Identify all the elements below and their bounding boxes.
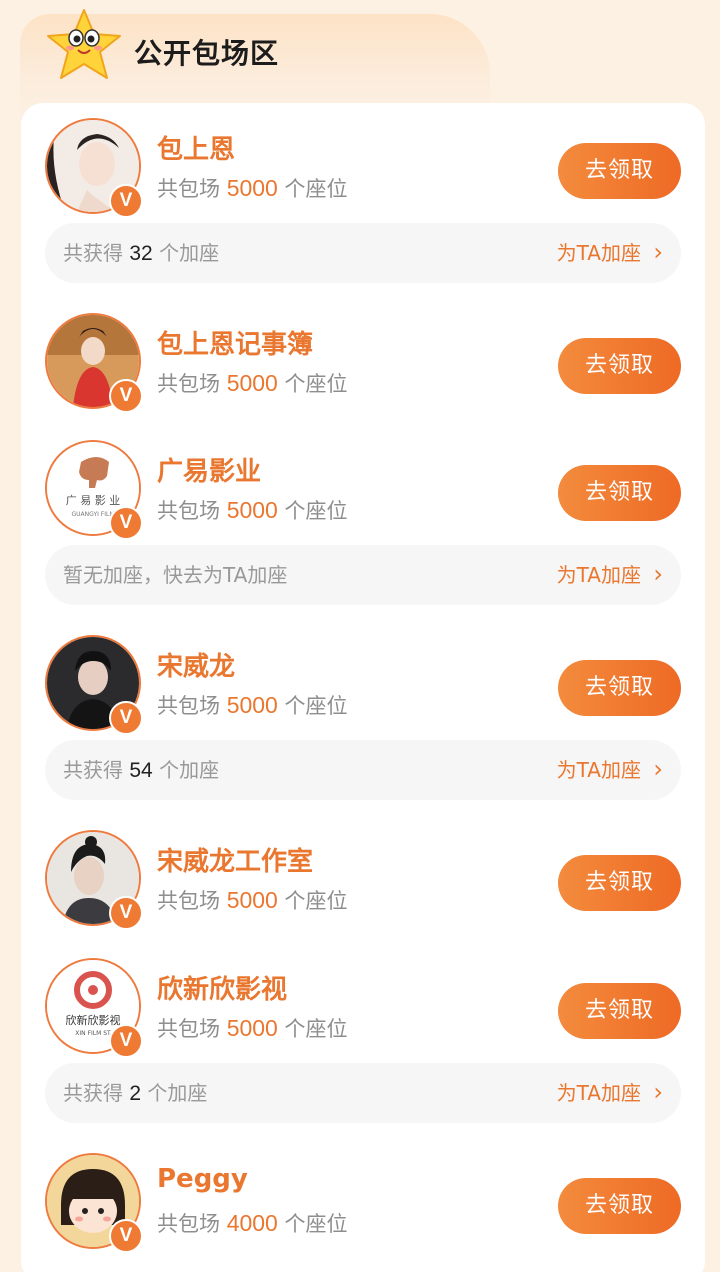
booking-list: V 包上恩 共包场 5000 个座位 去领取 共获得 32 个加座 为TA加座 … bbox=[21, 103, 705, 1272]
bonus-seat-bar[interactable]: 暂无加座，快去为TA加座 为TA加座 › bbox=[45, 545, 681, 605]
add-seat-link[interactable]: 为TA加座 bbox=[557, 740, 641, 800]
verified-icon: V bbox=[109, 506, 143, 540]
claim-button[interactable]: 去领取 bbox=[558, 465, 681, 521]
bonus-seat-bar[interactable]: 共获得 2 个加座 为TA加座 › bbox=[45, 1063, 681, 1123]
chevron-right-icon: › bbox=[653, 755, 663, 783]
verified-icon: V bbox=[109, 896, 143, 930]
claim-button[interactable]: 去领取 bbox=[558, 855, 681, 911]
bonus-count-text: 共获得 32 个加座 bbox=[63, 241, 220, 265]
entry-name: 包上恩记事簿 bbox=[157, 330, 314, 360]
list-item: V Peggy 共包场 4000 个座位 去领取 bbox=[21, 1138, 705, 1253]
avatar[interactable]: 广 易 影 业 GUANGYI FILM V bbox=[45, 440, 143, 540]
seat-count: 共包场 5000 个座位 bbox=[157, 175, 348, 201]
avatar[interactable]: V bbox=[45, 635, 143, 735]
bonus-seat-bar[interactable]: 共获得 32 个加座 为TA加座 › bbox=[45, 223, 681, 283]
entry-name: 欣新欣影视 bbox=[157, 975, 288, 1005]
svg-text:欣新欣影视: 欣新欣影视 bbox=[66, 1013, 121, 1027]
verified-icon: V bbox=[109, 1024, 143, 1058]
star-mascot-icon bbox=[47, 9, 121, 79]
chevron-right-icon: › bbox=[653, 560, 663, 588]
list-item: V 宋威龙工作室 共包场 5000 个座位 去领取 bbox=[21, 815, 705, 930]
svg-text:广 易 影 业: 广 易 影 业 bbox=[66, 494, 121, 507]
list-item: 广 易 影 业 GUANGYI FILM V 广易影业 共包场 5000 个座位… bbox=[21, 425, 705, 540]
page-title: 公开包场区 bbox=[134, 37, 280, 70]
list-item: V 包上恩 共包场 5000 个座位 去领取 bbox=[21, 103, 705, 218]
seat-count: 共包场 5000 个座位 bbox=[157, 887, 348, 913]
claim-button[interactable]: 去领取 bbox=[558, 143, 681, 199]
seat-count: 共包场 4000 个座位 bbox=[157, 1210, 348, 1236]
claim-button[interactable]: 去领取 bbox=[558, 338, 681, 394]
bonus-seat-bar[interactable]: 共获得 54 个加座 为TA加座 › bbox=[45, 740, 681, 800]
seat-count: 共包场 5000 个座位 bbox=[157, 692, 348, 718]
avatar[interactable]: 欣新欣影视 XIN FILM ST V bbox=[45, 958, 143, 1058]
chevron-right-icon: › bbox=[653, 238, 663, 266]
avatar[interactable]: V bbox=[45, 118, 143, 218]
entry-name: 包上恩 bbox=[157, 135, 236, 165]
svg-text:XIN FILM ST: XIN FILM ST bbox=[75, 1030, 111, 1037]
verified-icon: V bbox=[109, 701, 143, 735]
bonus-count-text: 共获得 2 个加座 bbox=[63, 1081, 208, 1105]
seat-count: 共包场 5000 个座位 bbox=[157, 370, 348, 396]
svg-text:GUANGYI FILM: GUANGYI FILM bbox=[71, 511, 114, 518]
entry-name: 宋威龙 bbox=[157, 652, 236, 682]
avatar[interactable]: V bbox=[45, 1153, 143, 1253]
bonus-empty-text: 暂无加座，快去为TA加座 bbox=[63, 563, 288, 587]
avatar[interactable]: V bbox=[45, 830, 143, 930]
bonus-count-text: 共获得 54 个加座 bbox=[63, 758, 220, 782]
verified-icon: V bbox=[109, 184, 143, 218]
add-seat-link[interactable]: 为TA加座 bbox=[557, 545, 641, 605]
entry-name: Peggy bbox=[157, 1164, 248, 1194]
list-item: V 包上恩记事簿 共包场 5000 个座位 去领取 bbox=[21, 298, 705, 413]
claim-button[interactable]: 去领取 bbox=[558, 660, 681, 716]
list-item: V 宋威龙 共包场 5000 个座位 去领取 bbox=[21, 620, 705, 735]
entry-name: 宋威龙工作室 bbox=[157, 847, 314, 877]
add-seat-link[interactable]: 为TA加座 bbox=[557, 223, 641, 283]
verified-icon: V bbox=[109, 379, 143, 413]
seat-count: 共包场 5000 个座位 bbox=[157, 497, 348, 523]
add-seat-link[interactable]: 为TA加座 bbox=[557, 1063, 641, 1123]
verified-icon: V bbox=[109, 1219, 143, 1253]
entry-name: 广易影业 bbox=[157, 457, 262, 487]
list-item: 欣新欣影视 XIN FILM ST V 欣新欣影视 共包场 5000 个座位 去… bbox=[21, 943, 705, 1058]
claim-button[interactable]: 去领取 bbox=[558, 983, 681, 1039]
claim-button[interactable]: 去领取 bbox=[558, 1178, 681, 1234]
seat-count: 共包场 5000 个座位 bbox=[157, 1015, 348, 1041]
avatar[interactable]: V bbox=[45, 313, 143, 413]
chevron-right-icon: › bbox=[653, 1078, 663, 1106]
